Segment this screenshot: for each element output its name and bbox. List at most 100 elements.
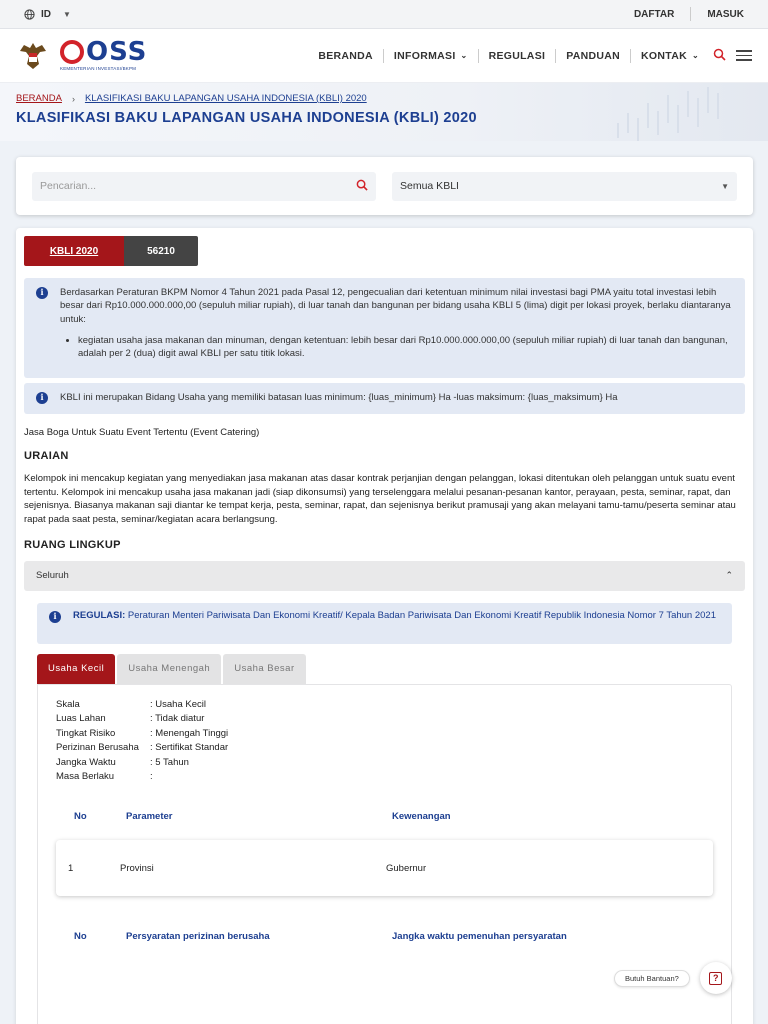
help-icon: ? bbox=[709, 971, 723, 985]
nav-label: INFORMASI bbox=[393, 49, 456, 62]
search-input-wrapper bbox=[32, 171, 376, 201]
select-value: Semua KBLI bbox=[400, 180, 459, 192]
daftar-link[interactable]: DAFTAR bbox=[634, 9, 674, 20]
column-header: No bbox=[74, 931, 87, 943]
decorative-chart-graphic bbox=[617, 87, 719, 141]
help-label[interactable]: Butuh Bantuan? bbox=[614, 969, 690, 987]
breadcrumb-current[interactable]: KLASIFIKASI BAKU LAPANGAN USAHA INDONESI… bbox=[85, 93, 367, 104]
oss-logo-text: OSS bbox=[86, 37, 148, 68]
tab-kbli-code[interactable]: 56210 bbox=[124, 236, 198, 266]
nav-label: REGULASI bbox=[488, 49, 546, 62]
info-icon: i bbox=[36, 392, 48, 404]
regulasi-label: REGULASI: bbox=[73, 609, 126, 621]
chevron-up-icon: ⌃ bbox=[725, 570, 733, 581]
search-icon[interactable] bbox=[356, 179, 368, 194]
table-cell: 1 bbox=[68, 862, 74, 874]
column-header: Parameter bbox=[126, 811, 173, 823]
divider bbox=[477, 48, 479, 63]
column-header: Kewenangan bbox=[392, 811, 451, 823]
chevron-down-icon: ▼ bbox=[63, 9, 71, 19]
divider bbox=[690, 7, 692, 21]
garuda-logo-icon bbox=[20, 42, 46, 69]
divider bbox=[630, 48, 632, 63]
alert-text: Berdasarkan Peraturan BKPM Nomor 4 Tahun… bbox=[60, 287, 731, 325]
column-header: Persyaratan perizinan berusaha bbox=[126, 931, 270, 943]
menu-icon[interactable] bbox=[736, 50, 752, 61]
detail-key: Luas Lahan bbox=[56, 713, 106, 725]
help-button[interactable]: ? bbox=[699, 962, 732, 994]
language-label: ID bbox=[41, 8, 51, 20]
column-header: Jangka waktu pemenuhan persyaratan bbox=[392, 931, 567, 943]
regulasi-alert: i REGULASI: Peraturan Menteri Pariwisata… bbox=[37, 602, 732, 644]
ruang-lingkup-heading: RUANG LINGKUP bbox=[24, 538, 121, 551]
table-row: 1 Provinsi Gubernur bbox=[56, 840, 713, 896]
nav-informasi[interactable]: INFORMASI ⌄ bbox=[394, 50, 468, 62]
alert-list-item: kegiatan usaha jasa makanan dan minuman,… bbox=[78, 334, 735, 361]
detail-value: : Usaha Kecil bbox=[150, 698, 206, 710]
search-input[interactable] bbox=[40, 180, 330, 192]
detail-list: Skala : Usaha Kecil Luas Lahan : Tidak dia… bbox=[56, 699, 713, 783]
oss-logo-subtitle: KEMENTERIAN INVESTASI/BKPM bbox=[60, 66, 137, 72]
column-header: No bbox=[74, 811, 87, 823]
kbli-name: Jasa Boga Untuk Suatu Event Tertentu (Ev… bbox=[24, 427, 260, 438]
info-alert-luas: i KBLI ini merupakan Bidang Usaha yang m… bbox=[24, 383, 745, 414]
info-alert-investasi: i Berdasarkan Peraturan BKPM Nomor 4 Tah… bbox=[24, 278, 745, 378]
search-card: Semua KBLI ▼ bbox=[16, 157, 753, 215]
accordion-label: Seluruh bbox=[36, 570, 69, 582]
kbli-detail-card: KBLI 2020 56210 i Berdasarkan Peraturan … bbox=[16, 228, 753, 1024]
tab-kbli-2020[interactable]: KBLI 2020 bbox=[24, 236, 124, 266]
detail-key: Perizinan Berusaha bbox=[56, 742, 139, 754]
globe-icon bbox=[24, 8, 35, 20]
table-cell: Provinsi bbox=[120, 862, 154, 874]
tab-usaha-menengah[interactable]: Usaha Menengah bbox=[117, 653, 222, 684]
alert-text: KBLI ini merupakan Bidang Usaha yang mem… bbox=[60, 392, 618, 403]
ruang-lingkup-accordion[interactable]: Seluruh ⌃ bbox=[24, 560, 745, 591]
detail-key: Tingkat Risiko bbox=[56, 727, 116, 739]
main-nav: BERANDA INFORMASI ⌄ REGULASI PANDUAN KONT… bbox=[318, 48, 752, 64]
nav-label: BERANDA bbox=[318, 49, 373, 62]
nav-label: KONTAK bbox=[641, 49, 687, 62]
detail-value: : Sertifikat Standar bbox=[150, 742, 229, 754]
title-band: BERANDA › KLASIFIKASI BAKU LAPANGAN USAH… bbox=[0, 83, 768, 141]
main-header: OSS KEMENTERIAN INVESTASI/BKPM BERANDA I… bbox=[0, 29, 768, 83]
nav-beranda[interactable]: BERANDA bbox=[318, 50, 373, 62]
masuk-link[interactable]: MASUK bbox=[707, 9, 744, 20]
language-selector[interactable]: ID ▼ bbox=[24, 9, 71, 20]
search-icon[interactable] bbox=[713, 48, 726, 64]
uraian-heading: URAIAN bbox=[24, 449, 69, 462]
top-bar: ID ▼ DAFTAR MASUK bbox=[0, 0, 768, 29]
divider bbox=[555, 48, 557, 63]
nav-panduan[interactable]: PANDUAN bbox=[566, 50, 620, 62]
nav-label: PANDUAN bbox=[566, 49, 621, 62]
table-cell: Gubernur bbox=[386, 862, 427, 874]
detail-key: Skala bbox=[56, 698, 80, 710]
scale-tabs: Usaha Kecil Usaha Menengah Usaha Besar bbox=[37, 653, 732, 684]
tab-usaha-besar[interactable]: Usaha Besar bbox=[223, 653, 306, 684]
detail-value: : Menengah Tinggi bbox=[150, 727, 229, 739]
info-icon: i bbox=[36, 287, 48, 299]
kbli-tabs: KBLI 2020 56210 bbox=[24, 236, 745, 266]
detail-value: : bbox=[150, 771, 153, 783]
chevron-down-icon: ⌄ bbox=[460, 51, 468, 60]
breadcrumb-home[interactable]: BERANDA bbox=[16, 93, 62, 104]
tab-usaha-kecil[interactable]: Usaha Kecil bbox=[37, 653, 116, 684]
nav-regulasi[interactable]: REGULASI bbox=[489, 50, 546, 62]
nav-kontak[interactable]: KONTAK ⌄ bbox=[641, 50, 699, 62]
detail-value: : 5 Tahun bbox=[150, 756, 189, 768]
help-widget: Butuh Bantuan? ? bbox=[614, 962, 732, 994]
chevron-right-icon: › bbox=[71, 93, 75, 104]
detail-key: Jangka Waktu bbox=[56, 756, 116, 768]
divider bbox=[382, 48, 384, 63]
regulasi-text: Peraturan Menteri Pariwisata Dan Ekonomi… bbox=[127, 609, 716, 621]
chevron-down-icon: ⌄ bbox=[691, 51, 699, 60]
uraian-text: Kelompok ini mencakup kegiatan yang meny… bbox=[24, 472, 736, 526]
info-icon: i bbox=[49, 610, 61, 623]
kewenangan-table-header: No Parameter Kewenangan bbox=[56, 811, 713, 822]
caret-down-icon: ▼ bbox=[721, 181, 729, 191]
oss-logo: OSS KEMENTERIAN INVESTASI/BKPM bbox=[60, 39, 147, 72]
detail-key: Masa Berlaku bbox=[56, 771, 115, 783]
brand[interactable]: OSS KEMENTERIAN INVESTASI/BKPM bbox=[16, 39, 147, 73]
kbli-filter-select[interactable]: Semua KBLI ▼ bbox=[392, 171, 737, 201]
alert-list: kegiatan usaha jasa makanan dan minuman,… bbox=[78, 334, 735, 361]
detail-value: : Tidak diatur bbox=[150, 713, 205, 725]
